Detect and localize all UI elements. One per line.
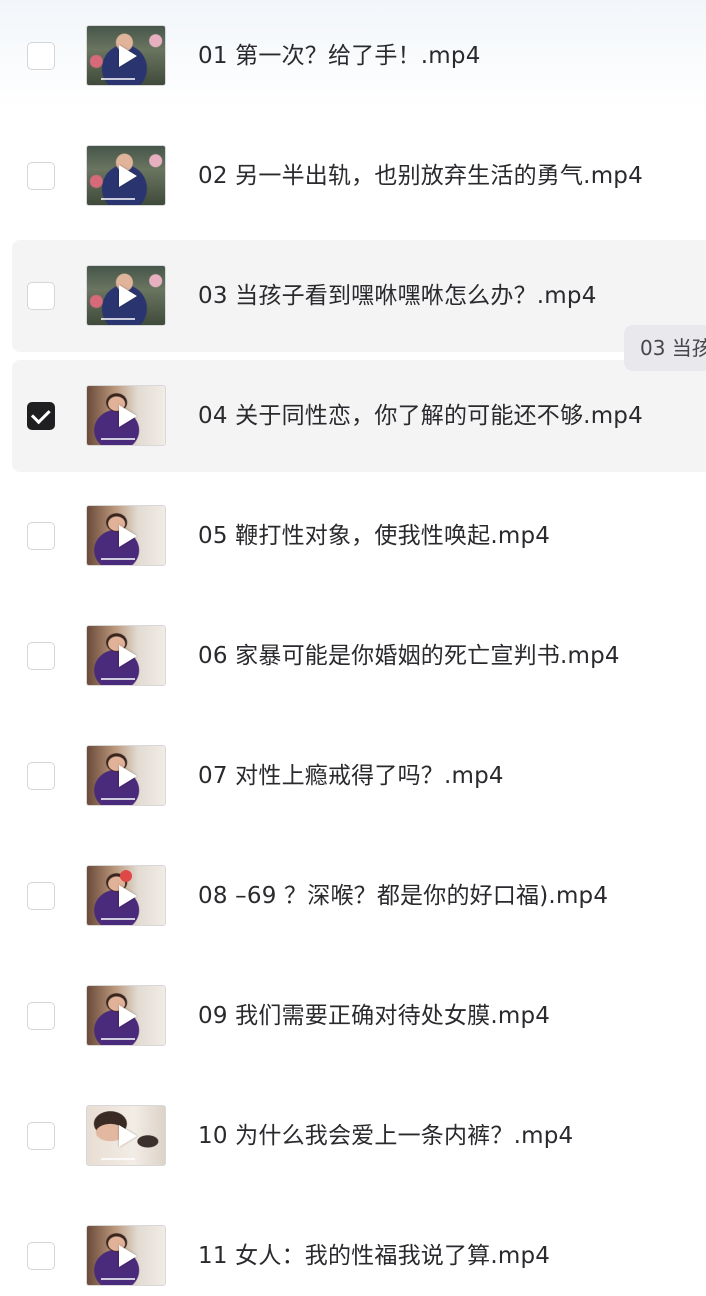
video-thumbnail[interactable] <box>86 1105 166 1166</box>
play-icon <box>119 1125 137 1147</box>
file-checkbox[interactable] <box>27 42 55 70</box>
thumbnail-caption-bar <box>101 1158 135 1160</box>
thumbnail-badge-icon <box>120 870 132 882</box>
play-icon <box>119 285 137 307</box>
video-thumbnail[interactable] <box>86 505 166 566</box>
file-checkbox[interactable] <box>27 1242 55 1270</box>
thumbnail-caption-bar <box>101 438 135 440</box>
file-list: 01 第一次？给了手！.mp4 02 另一半出轨，也别放弃生活的勇气.mp4 03 … <box>0 0 706 1296</box>
video-thumbnail[interactable] <box>86 745 166 806</box>
video-thumbnail[interactable] <box>86 265 166 326</box>
play-icon <box>119 405 137 427</box>
thumbnail-caption-bar <box>101 78 135 80</box>
video-thumbnail[interactable] <box>86 1225 166 1286</box>
file-row[interactable]: 05 鞭打性对象，使我性唤起.mp4 <box>0 480 706 600</box>
file-checkbox[interactable] <box>27 402 55 430</box>
thumbnail-caption-bar <box>101 798 135 800</box>
file-checkbox[interactable] <box>27 762 55 790</box>
thumbnail-caption-bar <box>101 1038 135 1040</box>
play-icon <box>119 645 137 667</box>
file-name[interactable]: 11 女人：我的性福我说了算.mp4 <box>198 1240 550 1272</box>
file-row[interactable]: 09 我们需要正确对待处女膜.mp4 <box>0 960 706 1080</box>
file-name[interactable]: 06 家暴可能是你婚姻的死亡宣判书.mp4 <box>198 640 620 672</box>
file-name[interactable]: 10 为什么我会爱上一条内裤？.mp4 <box>198 1120 573 1152</box>
file-row[interactable]: 08 –69 ？深喉？都是你的好口福).mp4 <box>0 840 706 960</box>
thumbnail-caption-bar <box>101 198 135 200</box>
file-name[interactable]: 08 –69 ？深喉？都是你的好口福).mp4 <box>198 880 608 912</box>
file-row[interactable]: 03 当孩子看到嘿咻嘿咻怎么办？.mp4 <box>0 240 706 360</box>
thumbnail-caption-bar <box>101 1278 135 1280</box>
file-name[interactable]: 05 鞭打性对象，使我性唤起.mp4 <box>198 520 550 552</box>
check-icon <box>30 403 51 424</box>
file-row[interactable]: 06 家暴可能是你婚姻的死亡宣判书.mp4 <box>0 600 706 720</box>
thumbnail-caption-bar <box>101 318 135 320</box>
file-row[interactable]: 11 女人：我的性福我说了算.mp4 <box>0 1200 706 1296</box>
video-thumbnail[interactable] <box>86 145 166 206</box>
video-thumbnail[interactable] <box>86 385 166 446</box>
thumbnail-caption-bar <box>101 678 135 680</box>
file-row[interactable]: 10 为什么我会爱上一条内裤？.mp4 <box>0 1080 706 1200</box>
file-checkbox[interactable] <box>27 882 55 910</box>
file-checkbox[interactable] <box>27 282 55 310</box>
file-checkbox[interactable] <box>27 522 55 550</box>
file-name[interactable]: 02 另一半出轨，也别放弃生活的勇气.mp4 <box>198 160 643 192</box>
video-thumbnail[interactable] <box>86 25 166 86</box>
file-checkbox[interactable] <box>27 1122 55 1150</box>
thumbnail-caption-bar <box>101 558 135 560</box>
play-icon <box>119 1005 137 1027</box>
file-name[interactable]: 07 对性上瘾戒得了吗？.mp4 <box>198 760 504 792</box>
file-row[interactable]: 07 对性上瘾戒得了吗？.mp4 <box>0 720 706 840</box>
video-thumbnail[interactable] <box>86 625 166 686</box>
file-checkbox[interactable] <box>27 642 55 670</box>
file-checkbox[interactable] <box>27 1002 55 1030</box>
file-name[interactable]: 03 当孩子看到嘿咻嘿咻怎么办？.mp4 <box>198 280 597 312</box>
play-icon <box>119 45 137 67</box>
file-name[interactable]: 09 我们需要正确对待处女膜.mp4 <box>198 1000 550 1032</box>
play-icon <box>119 525 137 547</box>
play-icon <box>119 165 137 187</box>
play-icon <box>119 885 137 907</box>
file-row[interactable]: 01 第一次？给了手！.mp4 <box>0 0 706 120</box>
video-thumbnail[interactable] <box>86 985 166 1046</box>
file-name[interactable]: 01 第一次？给了手！.mp4 <box>198 40 481 72</box>
play-icon <box>119 765 137 787</box>
thumbnail-caption-bar <box>101 918 135 920</box>
file-name[interactable]: 04 关于同性恋，你了解的可能还不够.mp4 <box>198 400 643 432</box>
file-browser-page: 01 第一次？给了手！.mp4 02 另一半出轨，也别放弃生活的勇气.mp4 03 … <box>0 0 706 1296</box>
play-icon <box>119 1245 137 1267</box>
file-row[interactable]: 04 关于同性恋，你了解的可能还不够.mp4 <box>0 360 706 480</box>
video-thumbnail[interactable] <box>86 865 166 926</box>
filename-tooltip: 03 当孩 <box>624 325 706 371</box>
file-checkbox[interactable] <box>27 162 55 190</box>
file-list-viewport: 01 第一次？给了手！.mp4 02 另一半出轨，也别放弃生活的勇气.mp4 03 … <box>0 0 706 1296</box>
file-row[interactable]: 02 另一半出轨，也别放弃生活的勇气.mp4 <box>0 120 706 240</box>
